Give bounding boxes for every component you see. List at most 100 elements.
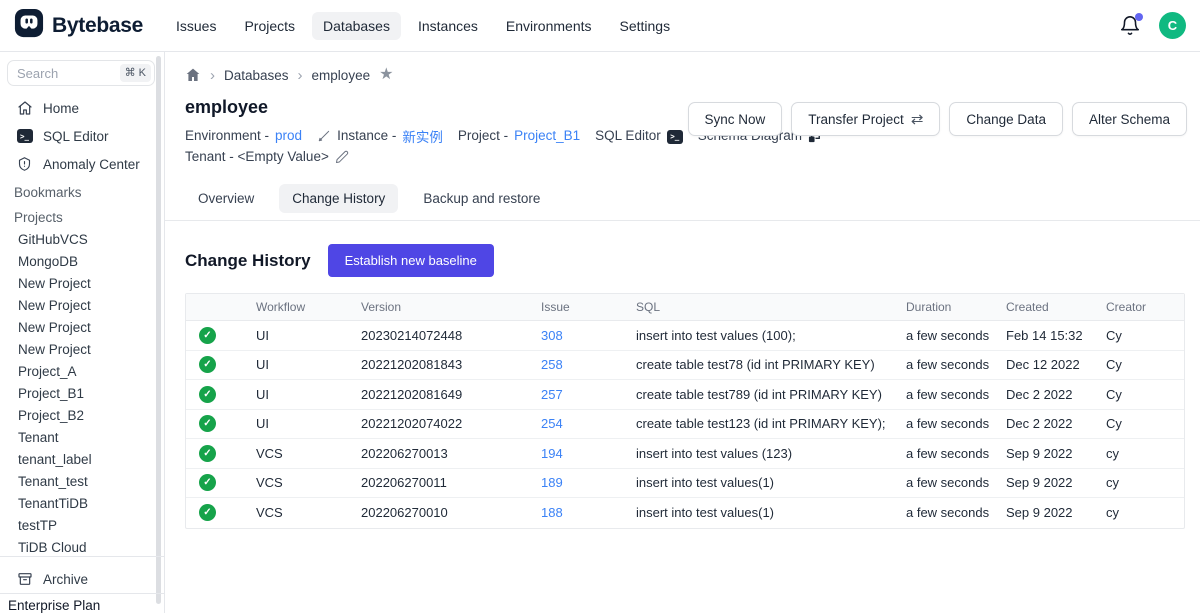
search-shortcut-badge: ⌘ K [120, 64, 151, 82]
sidebar-item-home[interactable]: Home [0, 94, 164, 122]
version-cell: 202206270013 [346, 446, 526, 461]
sidebar-project-item[interactable]: TenantTiDB [0, 492, 164, 514]
project-link[interactable]: Project_B1 [514, 128, 580, 143]
table-row[interactable]: ✓ UI 20230214072448 308 insert into test… [186, 321, 1184, 351]
sidebar-project-item[interactable]: Tenant_test [0, 470, 164, 492]
sidebar-project-item[interactable]: testTP [0, 514, 164, 536]
workflow-cell: UI [241, 328, 346, 343]
favorite-star-icon[interactable]: ★ [379, 67, 393, 83]
success-check-icon: ✓ [199, 386, 216, 403]
projects-list: GitHubVCS MongoDB New Project New Projec… [0, 228, 164, 558]
establish-baseline-button[interactable]: Establish new baseline [328, 244, 494, 277]
issue-column-header: Issue [526, 300, 621, 314]
sidebar-project-item[interactable]: Project_B1 [0, 382, 164, 404]
sidebar-project-item[interactable]: Tenant [0, 426, 164, 448]
sidebar-project-item[interactable]: MongoDB [0, 250, 164, 272]
tab-overview[interactable]: Overview [185, 184, 267, 213]
creator-cell: Cy [1091, 387, 1184, 402]
issue-link[interactable]: 189 [541, 475, 563, 490]
sidebar-project-item[interactable]: Project_B2 [0, 404, 164, 426]
change-data-button[interactable]: Change Data [949, 102, 1063, 136]
table-row[interactable]: ✓ VCS 202206270011 189 insert into test … [186, 469, 1184, 499]
project-meta: Project - Project_B1 [458, 128, 580, 143]
duration-cell: a few seconds [891, 357, 991, 372]
sql-cell: create table test78 (id int PRIMARY KEY) [621, 357, 891, 372]
sidebar-item-anomaly-center[interactable]: Anomaly Center [0, 150, 164, 178]
version-cell: 20230214072448 [346, 328, 526, 343]
breadcrumb-separator: › [298, 68, 303, 83]
sidebar-item-label: Anomaly Center [43, 157, 140, 172]
sidebar-scrollbar[interactable] [156, 56, 161, 604]
breadcrumb: › Databases › employee ★ [185, 64, 1187, 86]
notification-dot [1135, 13, 1143, 21]
tab-change-history[interactable]: Change History [279, 184, 398, 213]
bookmarks-section-label: Bookmarks [0, 178, 164, 203]
table-row[interactable]: ✓ VCS 202206270013 194 insert into test … [186, 439, 1184, 469]
sidebar-project-item[interactable]: New Project [0, 316, 164, 338]
sidebar-item-label: Archive [43, 572, 88, 587]
issue-link[interactable]: 254 [541, 416, 563, 431]
sidebar-project-item[interactable]: GitHubVCS [0, 228, 164, 250]
sql-cell: insert into test values (100); [621, 328, 891, 343]
sql-editor-shortcut[interactable]: SQL Editor >_ [595, 127, 683, 144]
issue-link[interactable]: 308 [541, 328, 563, 343]
user-avatar[interactable]: C [1159, 12, 1186, 39]
instance-link[interactable]: 新实例 [402, 126, 443, 146]
nav-settings[interactable]: Settings [609, 12, 682, 40]
issue-link[interactable]: 188 [541, 505, 563, 520]
status-cell: ✓ [186, 504, 241, 521]
breadcrumb-home-icon[interactable] [185, 67, 201, 83]
success-check-icon: ✓ [199, 327, 216, 344]
database-meta-row-2: Tenant - <Empty Value> [185, 146, 1187, 167]
issue-link[interactable]: 194 [541, 446, 563, 461]
created-cell: Sep 9 2022 [991, 446, 1091, 461]
environment-link[interactable]: prod [275, 128, 302, 143]
nav-databases[interactable]: Databases [312, 12, 401, 40]
created-cell: Sep 9 2022 [991, 505, 1091, 520]
edit-pencil-icon[interactable] [335, 150, 349, 164]
success-check-icon: ✓ [199, 474, 216, 491]
tab-backup-and-restore[interactable]: Backup and restore [410, 184, 553, 213]
sidebar-project-item[interactable]: TiDB Cloud [0, 536, 164, 558]
table-row[interactable]: ✓ VCS 202206270010 188 insert into test … [186, 498, 1184, 528]
archive-icon [16, 571, 33, 587]
sidebar-item-archive[interactable]: Archive [0, 565, 164, 593]
duration-cell: a few seconds [891, 416, 991, 431]
top-navbar: Bytebase Issues Projects Databases Insta… [0, 0, 1200, 52]
alter-schema-button[interactable]: Alter Schema [1072, 102, 1187, 136]
table-header-row: Workflow Version Issue SQL Duration Crea… [186, 294, 1184, 321]
brand-logo[interactable]: Bytebase [14, 8, 143, 43]
transfer-project-button[interactable]: Transfer Project ⇄ [791, 102, 940, 136]
creator-cell: cy [1091, 505, 1184, 520]
sidebar-item-label: Home [43, 101, 79, 116]
sidebar-item-sql-editor[interactable]: >_ SQL Editor [0, 122, 164, 150]
sidebar: ⌘ K Home >_ SQL Editor [0, 52, 165, 613]
issue-cell: 188 [526, 505, 621, 520]
sidebar-project-item[interactable]: tenant_label [0, 448, 164, 470]
sidebar-project-item[interactable]: New Project [0, 294, 164, 316]
workflow-cell: UI [241, 387, 346, 402]
table-row[interactable]: ✓ UI 20221202081649 257 create table tes… [186, 380, 1184, 410]
nav-environments[interactable]: Environments [495, 12, 603, 40]
sidebar-project-item[interactable]: New Project [0, 272, 164, 294]
issue-link[interactable]: 257 [541, 387, 563, 402]
engine-pen-icon [317, 129, 331, 143]
created-cell: Dec 12 2022 [991, 357, 1091, 372]
issue-link[interactable]: 258 [541, 357, 563, 372]
nav-projects[interactable]: Projects [233, 12, 306, 40]
sql-cell: insert into test values(1) [621, 475, 891, 490]
nav-instances[interactable]: Instances [407, 12, 489, 40]
notification-bell-icon[interactable] [1119, 15, 1141, 37]
table-row[interactable]: ✓ UI 20221202074022 254 create table tes… [186, 410, 1184, 440]
breadcrumb-databases[interactable]: Databases [224, 68, 289, 83]
creator-cell: Cy [1091, 416, 1184, 431]
sync-now-button[interactable]: Sync Now [688, 102, 783, 136]
sidebar-project-item[interactable]: Project_A [0, 360, 164, 382]
duration-cell: a few seconds [891, 387, 991, 402]
sidebar-project-item[interactable]: New Project [0, 338, 164, 360]
creator-cell: cy [1091, 475, 1184, 490]
nav-issues[interactable]: Issues [165, 12, 227, 40]
table-row[interactable]: ✓ UI 20221202081843 258 create table tes… [186, 351, 1184, 381]
main-content: › Databases › employee ★ employee Enviro… [165, 52, 1200, 613]
status-cell: ✓ [186, 415, 241, 432]
